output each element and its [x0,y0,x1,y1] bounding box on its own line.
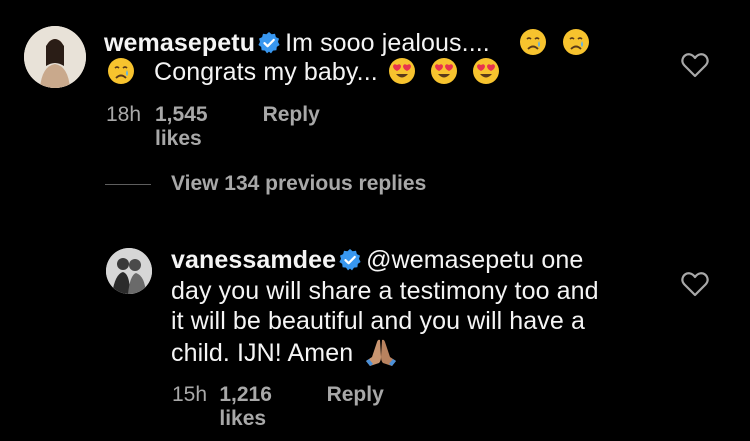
comment-meta: 18h 1,545 likes Reply [106,103,320,151]
like-heart-icon[interactable] [681,271,709,297]
heart-eyes-emoji-icon [472,58,499,84]
heart-eyes-emoji-icon [430,58,457,84]
praying-hands-emoji-icon [366,339,397,366]
reply-button[interactable]: Reply [263,103,320,151]
comment-text-line4: child. IJN! Amen [171,339,354,367]
username[interactable]: wemasepetu [104,29,255,57]
likes-count[interactable]: 1,545 likes [155,103,229,151]
like-heart-icon[interactable] [681,52,709,78]
comment-text-line2: Congrats my baby... [154,58,378,86]
view-replies-label: View 134 previous replies [171,172,427,195]
comment-text-line1: one [541,246,584,274]
verified-badge-icon [339,249,361,271]
comment-text-line1: Im sooo jealous.... [285,29,490,57]
verified-badge-icon [258,32,280,54]
view-previous-replies-button[interactable]: View 134 previous replies [105,172,426,196]
comment-meta: 15h 1,216 likes Reply [172,383,384,431]
avatar[interactable] [24,26,86,88]
crying-face-emoji-icon [562,29,589,55]
username[interactable]: vanessamdee [171,246,336,274]
mention-link[interactable]: @wemasepetu [366,246,534,274]
likes-count[interactable]: 1,216 likes [219,383,292,431]
crying-face-emoji-icon [108,58,134,84]
replies-divider [105,183,151,185]
avatar[interactable] [106,248,152,294]
comment-text-line3: it will be beautiful and you will have a [171,307,585,335]
reply-button[interactable]: Reply [327,383,384,431]
comment-text-line2: day you will share a testimony too and [171,277,599,305]
heart-eyes-emoji-icon [388,58,415,84]
crying-face-emoji-icon [519,29,546,55]
comment-time: 18h [106,103,142,126]
comment-time: 15h [172,383,208,406]
